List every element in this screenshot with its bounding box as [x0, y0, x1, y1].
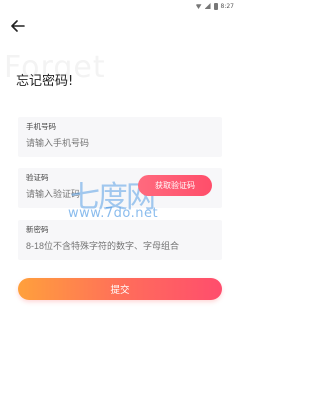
submit-button[interactable]: 提交: [18, 278, 222, 300]
new-password-input[interactable]: [26, 239, 216, 253]
wifi-icon: [195, 4, 202, 9]
back-arrow-icon: [11, 20, 25, 32]
new-password-label: 新密码: [26, 225, 49, 234]
forgot-password-screen: 8:27 Forget 忘记密码! 手机号码 验证码 新密码 七度网 www.7…: [0, 0, 240, 400]
get-code-button[interactable]: 获取验证码: [138, 175, 212, 196]
site-watermark-url: www.7do.net: [68, 206, 159, 221]
phone-input[interactable]: [26, 136, 216, 150]
battery-icon: [213, 2, 218, 10]
phone-label: 手机号码: [26, 122, 56, 131]
status-bar: 8:27: [0, 0, 240, 12]
new-password-field: 新密码: [18, 220, 222, 260]
page-title: 忘记密码!: [16, 74, 74, 89]
phone-field: 手机号码: [18, 117, 222, 157]
status-time: 8:27: [220, 2, 234, 10]
back-button[interactable]: [10, 18, 26, 34]
code-label: 验证码: [26, 173, 49, 182]
signal-icon: [204, 3, 211, 9]
